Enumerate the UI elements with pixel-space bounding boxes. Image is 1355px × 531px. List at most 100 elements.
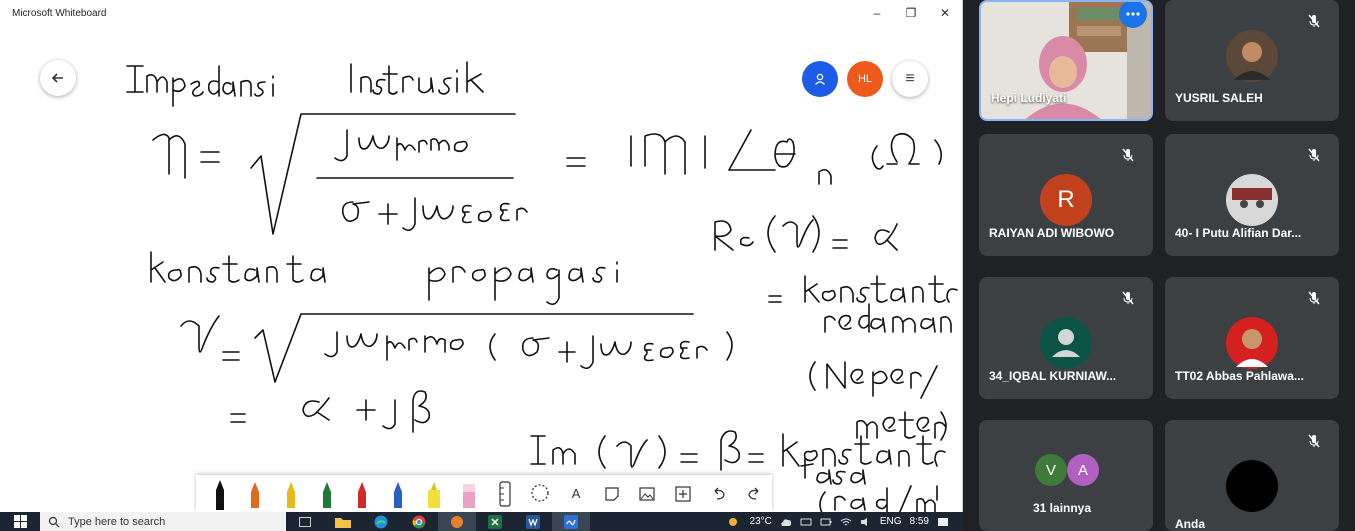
more-participants-tile[interactable]: V A 31 lainnya [979,420,1153,531]
arrow-left-icon [51,73,63,83]
ruler-tool[interactable] [487,475,523,512]
image-icon [639,486,655,501]
maximize-button[interactable]: ❐ [894,0,928,26]
back-button[interactable] [40,60,76,96]
whiteboard-window: Microsoft Whiteboard – ❐ ✕ HL ≡ A [0,0,963,512]
participant-tile-hepi[interactable]: Hepi Ludiyati [979,0,1153,121]
pen-black-tool[interactable] [202,475,238,512]
more-options-button[interactable] [1119,2,1147,28]
pen-orange-tool[interactable] [238,475,274,512]
close-button[interactable]: ✕ [928,0,962,26]
participant-tile-abbas[interactable]: TT02 Abbas Pahlawa... [1165,277,1339,399]
folder-icon [335,517,351,528]
whiteboard-app-icon [564,514,578,529]
participant-name: Anda [1175,517,1205,531]
pen-green-tool[interactable] [309,475,345,512]
mic-off-icon [1308,291,1320,305]
participant-name: 34_IQBAL KURNIAW... [989,369,1117,383]
note-icon [605,486,619,501]
user-avatar[interactable]: HL [847,61,883,97]
edge-icon [374,515,388,528]
edge-button[interactable] [362,512,400,531]
self-tile[interactable]: Anda [1165,420,1339,531]
redo-icon [748,487,759,500]
notification-icon[interactable] [937,517,949,527]
temperature-label: 23°C [749,516,772,527]
pen-green-icon [322,481,331,508]
pen-blue-tool[interactable] [380,475,416,512]
plus-box-icon [675,485,691,502]
avatar: R [1040,174,1092,226]
mic-muted-indicator [1301,8,1327,34]
battery-icon[interactable] [820,517,832,527]
redo-button[interactable] [736,475,772,512]
task-view-button[interactable] [286,512,324,531]
system-tray: 23°C ENG 8:59 [728,512,963,531]
pen-yellow-tool[interactable] [273,475,309,512]
highlighter-icon [427,481,440,508]
more-participants-label: 31 lainnya [1033,501,1092,515]
image-tool[interactable] [630,475,666,512]
note-tool[interactable] [594,475,630,512]
start-button[interactable] [0,512,40,531]
volume-icon[interactable] [860,517,872,527]
clock-time[interactable]: 8:59 [910,516,929,527]
mic-muted-indicator [1301,285,1327,311]
participant-photo [1226,174,1278,226]
taskbar-search-input[interactable]: Type here to search [40,512,286,531]
pen-red-icon [358,481,367,508]
word-button[interactable] [514,512,552,531]
minimize-button[interactable]: – [860,0,894,26]
chrome-button[interactable] [400,512,438,531]
undo-button[interactable] [701,475,737,512]
participant-photo [1226,317,1278,369]
network-icon[interactable] [800,517,812,527]
participant-tile-yusril[interactable]: YUSRIL SALEH [1165,0,1339,121]
mic-off-icon [1308,148,1320,162]
handwriting-ink [126,61,958,512]
windows-logo-icon [13,515,27,528]
screen: Microsoft Whiteboard – ❐ ✕ HL ≡ A Type h… [0,0,1355,531]
whiteboard-canvas[interactable]: HL ≡ [5,26,962,512]
participant-name: YUSRIL SALEH [1175,91,1263,105]
ruler-icon [499,480,511,507]
mic-muted-indicator [1115,142,1141,168]
mic-off-icon [1308,14,1320,28]
avatar [1226,460,1278,512]
pen-blue-icon [393,481,402,508]
pen-red-tool[interactable] [345,475,381,512]
participant-name: 40- I Putu Alifian Dar... [1175,226,1302,240]
share-button[interactable] [802,61,838,97]
participant-tile-putu[interactable]: 40- I Putu Alifian Dar... [1165,134,1339,256]
lasso-icon [531,483,550,502]
insert-tool[interactable] [665,475,701,512]
file-explorer-button[interactable] [324,512,362,531]
pen-yellow-icon [287,481,296,508]
chrome-icon [412,515,426,528]
settings-menu-button[interactable]: ≡ [892,61,928,97]
undo-icon [714,487,725,500]
whiteboard-app-button[interactable] [552,512,590,531]
mic-off-icon [1122,291,1134,305]
app-orange-icon [451,515,463,528]
eraser-icon [463,483,476,508]
text-icon: A [571,486,581,501]
mic-muted-indicator [1301,428,1327,454]
participant-name: RAIYAN ADI WIBOWO [989,226,1115,240]
search-placeholder: Type here to search [68,515,166,528]
language-indicator[interactable]: ENG [880,516,902,527]
weather-icon [728,517,737,526]
window-title: Microsoft Whiteboard [12,7,107,19]
participant-tile-raiyan[interactable]: R RAIYAN ADI WIBOWO [979,134,1153,256]
wifi-icon[interactable] [840,517,852,527]
excel-icon [488,514,502,529]
participant-tile-iqbal[interactable]: 34_IQBAL KURNIAW... [979,277,1153,399]
excel-button[interactable] [476,512,514,531]
participant-name: Hepi Ludiyati [991,91,1067,105]
eraser-tool[interactable] [451,475,487,512]
ink-toolbar: A [196,475,772,512]
app-orange-button[interactable] [438,512,476,531]
lasso-tool[interactable] [523,475,559,512]
text-tool[interactable]: A [558,475,594,512]
highlighter-tool[interactable] [416,475,452,512]
